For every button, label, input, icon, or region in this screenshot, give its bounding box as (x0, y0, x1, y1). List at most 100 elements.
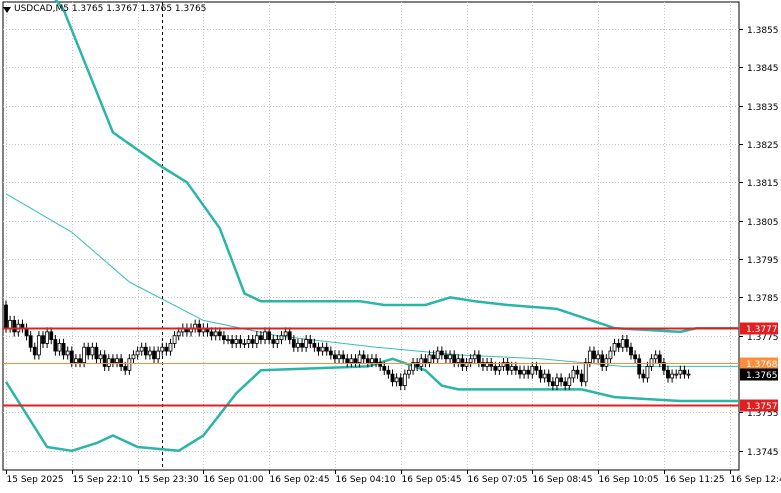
candle-body (543, 374, 546, 378)
y-tick-label: 1.3815 (747, 179, 779, 189)
x-tick-label: 16 Sep 12:45 (731, 475, 781, 485)
candle-body (235, 340, 238, 344)
y-tick-label: 1.3825 (747, 141, 779, 151)
candle-body (128, 359, 131, 371)
candle-body (580, 374, 583, 382)
candle-body (473, 355, 476, 359)
candle-body (555, 378, 558, 386)
symbol-timeframe: USDCAD,M5 (14, 4, 69, 14)
candle-body (91, 347, 94, 355)
x-tick-label: 16 Sep 05:45 (402, 475, 462, 485)
candle-body (144, 347, 147, 355)
candle-body (584, 363, 587, 382)
candle-body (58, 343, 61, 351)
candle-body (592, 351, 595, 359)
candle-body (83, 347, 86, 362)
candle-body (514, 366, 517, 370)
candle-body (255, 336, 258, 344)
candle-body (111, 359, 114, 363)
candle-body (358, 355, 361, 363)
candle-body (576, 370, 579, 374)
chart-window[interactable]: 1.38551.38451.38351.38251.38151.38051.37… (0, 0, 781, 489)
candle-body (161, 347, 164, 351)
candle-body (259, 336, 262, 340)
candle-body (469, 359, 472, 363)
last-price-label: 1.3765 (746, 371, 778, 381)
candle-body (547, 374, 550, 382)
candle-body (157, 351, 160, 359)
candle-body (136, 351, 139, 355)
candle-body (79, 359, 82, 363)
candle-body (424, 359, 427, 363)
candle-body (338, 355, 341, 359)
candle-body (687, 374, 690, 375)
candle-body (518, 370, 521, 374)
x-tick-label: 16 Sep 10:05 (599, 475, 659, 485)
candle-body (650, 359, 653, 367)
candle-body (350, 359, 353, 363)
candle-body (309, 340, 312, 344)
candle-body (399, 378, 402, 386)
candle-body (621, 340, 624, 348)
candle-body (194, 324, 197, 328)
candle-body (107, 359, 110, 367)
candle-body (29, 336, 32, 348)
candle-body (461, 359, 464, 367)
candle-body (523, 370, 526, 374)
candle-body (37, 336, 40, 355)
candle-body (609, 351, 612, 359)
candle-body (683, 370, 686, 374)
candle-body (243, 343, 246, 344)
candle-body (642, 374, 645, 378)
candle-body (666, 370, 669, 378)
candle-body (317, 347, 320, 351)
candle-body (222, 336, 225, 340)
candle-body (280, 336, 283, 340)
candle-body (231, 340, 234, 344)
candle-body (613, 343, 616, 351)
candle-body (288, 332, 291, 340)
ohlc-readout: 1.3765 1.3767 1.3765 1.3765 (72, 4, 207, 14)
candle-body (346, 359, 349, 363)
candle-body (132, 355, 135, 359)
candle-body (66, 351, 69, 355)
candle-body (560, 378, 563, 382)
candle-body (449, 355, 452, 359)
candle-body (477, 355, 480, 363)
candle-body (457, 359, 460, 363)
candle-body (21, 324, 24, 328)
candle-body (366, 359, 369, 363)
candle-body (284, 332, 287, 336)
x-tick-label: 16 Sep 04:10 (336, 475, 396, 485)
candle-body (671, 374, 674, 378)
candle-body (5, 305, 8, 328)
candle-body (95, 347, 98, 359)
candle-body (617, 343, 620, 347)
candle-body (428, 355, 431, 363)
candle-body (362, 355, 365, 359)
candle-body (177, 332, 180, 336)
candle-body (268, 332, 271, 340)
candle-body (62, 343, 65, 355)
candle-body (654, 355, 657, 359)
price-chart[interactable]: 1.38551.38451.38351.38251.38151.38051.37… (0, 0, 781, 489)
candle-body (50, 332, 53, 340)
candle-body (74, 359, 77, 363)
candle-body (120, 359, 123, 367)
candle-body (251, 340, 254, 344)
x-tick-label: 16 Sep 11:25 (665, 475, 725, 485)
y-tick-label: 1.3835 (747, 103, 779, 113)
candle-body (370, 359, 373, 363)
candle-body (54, 340, 57, 352)
candle-body (321, 347, 324, 351)
y-tick-label: 1.3795 (747, 256, 779, 266)
candle-body (444, 355, 447, 359)
candle-body (601, 355, 604, 367)
y-tick-label: 1.3785 (747, 294, 779, 304)
candle-body (333, 355, 336, 359)
candle-body (87, 347, 90, 355)
x-tick-label: 16 Sep 08:45 (533, 475, 593, 485)
candle-body (124, 366, 127, 370)
x-tick-label: 16 Sep 07:05 (468, 475, 528, 485)
symbol-dropdown-icon[interactable] (3, 7, 11, 13)
